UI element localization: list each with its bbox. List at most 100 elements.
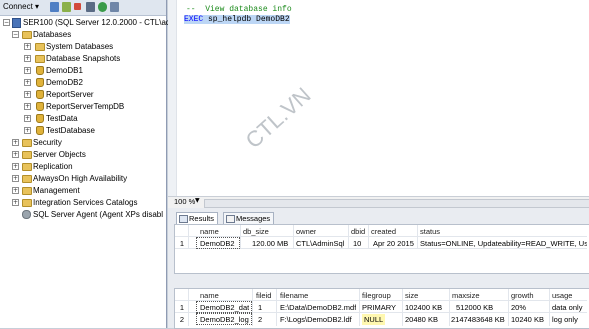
horizontal-scrollbar[interactable] bbox=[204, 199, 589, 208]
grid-divider bbox=[449, 289, 450, 326]
row-number[interactable]: 2 bbox=[176, 314, 188, 325]
expand-icon[interactable]: + bbox=[12, 151, 19, 158]
tree-node-integration-services[interactable]: + Integration Services Catalogs bbox=[0, 197, 166, 208]
summary-icon[interactable] bbox=[110, 2, 119, 12]
grid-divider bbox=[293, 225, 294, 248]
table-cell[interactable]: log only bbox=[552, 314, 588, 325]
column-header[interactable]: size bbox=[405, 290, 418, 301]
table-cell[interactable]: 120.00 MB bbox=[252, 238, 288, 249]
column-header[interactable]: dbid bbox=[351, 226, 365, 237]
column-header[interactable]: status bbox=[420, 226, 440, 237]
expand-icon[interactable]: + bbox=[12, 163, 19, 170]
filter-icon[interactable] bbox=[86, 2, 95, 12]
expand-icon[interactable]: + bbox=[24, 103, 31, 110]
tree-node-testdata[interactable]: + TestData bbox=[0, 113, 166, 124]
table-cell[interactable]: Status=ONLINE, Updateability=READ_WRITE,… bbox=[420, 238, 587, 249]
tree-node-system-databases[interactable]: + System Databases bbox=[0, 41, 166, 52]
tree-node-database-snapshots[interactable]: + Database Snapshots bbox=[0, 53, 166, 64]
table-cell[interactable]: data only bbox=[552, 302, 588, 313]
tree-node-server-objects[interactable]: + Server Objects bbox=[0, 149, 166, 160]
row-number[interactable]: 1 bbox=[176, 238, 188, 249]
expand-icon[interactable]: + bbox=[24, 115, 31, 122]
grid-divider bbox=[359, 289, 360, 326]
expand-icon[interactable]: + bbox=[12, 187, 19, 194]
column-header[interactable]: name bbox=[200, 226, 219, 237]
table-cell[interactable]: PRIMARY bbox=[362, 302, 396, 313]
connect-icon[interactable] bbox=[50, 2, 59, 12]
tree-node-sql-server-agent[interactable]: SQL Server Agent (Agent XPs disabl bbox=[0, 209, 166, 220]
tree-node-management[interactable]: + Management bbox=[0, 185, 166, 196]
expand-icon[interactable]: + bbox=[24, 91, 31, 98]
editor-gutter bbox=[168, 0, 177, 196]
table-cell[interactable]: 512000 KB bbox=[456, 302, 493, 313]
refresh-icon[interactable] bbox=[98, 2, 107, 12]
table-cell[interactable]: 10 bbox=[353, 238, 361, 249]
table-cell[interactable]: CTL\AdminSql bbox=[296, 238, 344, 249]
table-cell[interactable]: 20% bbox=[511, 302, 526, 313]
tree-node-label: Database Snapshots bbox=[46, 54, 121, 63]
tree-node-demodb1[interactable]: + DemoDB1 bbox=[0, 65, 166, 76]
zoom-level[interactable]: 100 % bbox=[174, 197, 195, 206]
column-header[interactable]: db_size bbox=[243, 226, 269, 237]
stop-icon[interactable] bbox=[74, 3, 81, 10]
column-header[interactable]: filegroup bbox=[362, 290, 391, 301]
table-cell[interactable]: Apr 20 2015 bbox=[373, 238, 414, 249]
tree-node-server[interactable]: − SER100 (SQL Server 12.0.2000 - CTL\adr bbox=[0, 17, 173, 28]
expand-icon[interactable]: + bbox=[24, 127, 31, 134]
column-header[interactable]: growth bbox=[511, 290, 534, 301]
tree-node-demodb2[interactable]: + DemoDB2 bbox=[0, 77, 166, 88]
expand-icon[interactable]: + bbox=[12, 139, 19, 146]
expand-icon[interactable]: + bbox=[24, 43, 31, 50]
expand-icon[interactable]: + bbox=[24, 67, 31, 74]
tree-node-security[interactable]: + Security bbox=[0, 137, 166, 148]
table-cell[interactable]: F:\Logs\DemoDB2.ldf bbox=[280, 314, 352, 325]
table-cell[interactable]: 102400 KB bbox=[405, 302, 442, 313]
tree-node-label: ReportServer bbox=[46, 90, 94, 99]
collapse-icon[interactable]: − bbox=[12, 31, 19, 38]
expand-icon[interactable]: + bbox=[24, 55, 31, 62]
column-header[interactable]: owner bbox=[296, 226, 316, 237]
query-editor[interactable] bbox=[168, 0, 589, 196]
folder-icon bbox=[22, 199, 32, 207]
tree-node-replication[interactable]: + Replication bbox=[0, 161, 166, 172]
table-cell[interactable]: E:\Data\DemoDB2.mdf bbox=[280, 302, 356, 313]
table-cell[interactable]: 2147483648 KB bbox=[451, 314, 505, 325]
table-cell[interactable]: 2 bbox=[258, 314, 262, 325]
collapse-icon[interactable]: − bbox=[3, 19, 10, 26]
grid-divider bbox=[348, 225, 349, 248]
expand-icon[interactable]: + bbox=[12, 199, 19, 206]
connect-button[interactable]: Connect ▾ bbox=[3, 2, 39, 11]
folder-icon bbox=[22, 187, 32, 195]
tree-node-reportservertempdb[interactable]: + ReportServerTempDB bbox=[0, 101, 166, 112]
tree-node-databases[interactable]: − Databases bbox=[0, 29, 166, 40]
grid-divider bbox=[188, 289, 189, 326]
table-cell[interactable]: 1 bbox=[258, 302, 262, 313]
table-cell[interactable]: NULL bbox=[362, 314, 386, 325]
agent-icon bbox=[22, 210, 31, 219]
chevron-down-icon[interactable]: ▼ bbox=[195, 197, 200, 204]
folder-icon bbox=[22, 31, 32, 39]
tree-node-alwayson[interactable]: + AlwaysOn High Availability bbox=[0, 173, 166, 184]
column-header[interactable]: filename bbox=[280, 290, 308, 301]
table-cell[interactable]: DemoDB2_dat bbox=[200, 302, 249, 313]
tree-node-reportserver[interactable]: + ReportServer bbox=[0, 89, 166, 100]
row-number[interactable]: 1 bbox=[176, 302, 188, 313]
tree-node-testdatabase[interactable]: + TestDatabase bbox=[0, 125, 166, 136]
column-header[interactable]: usage bbox=[552, 290, 572, 301]
table-cell[interactable]: 20480 KB bbox=[405, 314, 438, 325]
tree-node-label: TestDatabase bbox=[46, 126, 95, 135]
column-header[interactable]: fileid bbox=[256, 290, 271, 301]
column-header[interactable]: name bbox=[200, 290, 219, 301]
database-icon bbox=[36, 90, 44, 99]
table-cell[interactable]: DemoDB2_log bbox=[200, 314, 249, 325]
grid-divider bbox=[508, 289, 509, 326]
expand-icon[interactable]: + bbox=[12, 175, 19, 182]
expand-icon[interactable]: + bbox=[24, 79, 31, 86]
database-icon bbox=[36, 126, 44, 135]
column-header[interactable]: created bbox=[371, 226, 396, 237]
tree-node-label: ReportServerTempDB bbox=[46, 102, 125, 111]
table-cell[interactable]: DemoDB2 bbox=[200, 238, 235, 249]
disconnect-icon[interactable] bbox=[62, 2, 71, 12]
column-header[interactable]: maxsize bbox=[452, 290, 480, 301]
table-cell[interactable]: 10240 KB bbox=[511, 314, 544, 325]
